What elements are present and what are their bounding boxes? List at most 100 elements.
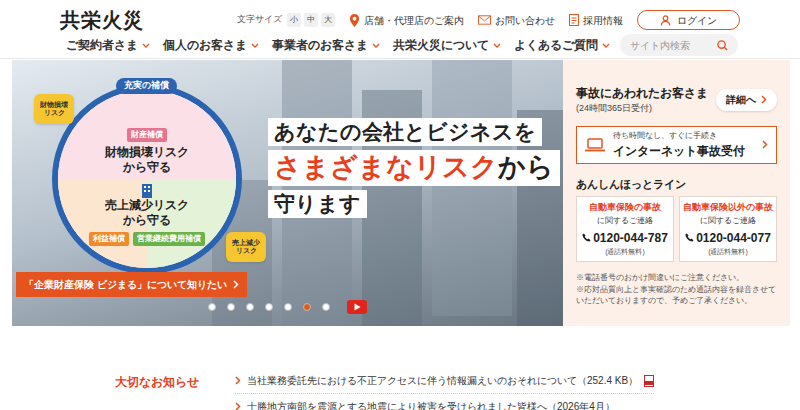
chevron-down-icon <box>142 43 150 48</box>
phone-number-row[interactable]: 0120-044-077 <box>685 229 771 247</box>
chevron-down-icon <box>493 43 501 48</box>
nav-item[interactable]: ご契約者さま <box>66 36 150 54</box>
nav-item[interactable]: よくあるご質問 <box>514 36 610 54</box>
internet-note: 待ち時間なし、すぐに手続き <box>613 130 745 142</box>
nav-label: 事業者のお客さま <box>272 36 368 54</box>
contact-icon <box>478 15 491 25</box>
hero-banner: あなたの会社とビジネスをさまざまなリスクから守ります財産補償財物損壊リスクから守… <box>12 60 563 326</box>
nav-items: ご契約者さま個人のお客さま事業者のお客さま 共栄火災について よくあるご質問 <box>66 36 610 54</box>
logo[interactable]: 共栄火災 <box>60 10 144 30</box>
headline-segment: さまざまなリスク <box>274 152 498 182</box>
chevron-right-icon <box>233 280 239 289</box>
badge-line: リスク <box>236 247 257 255</box>
nav-label: よくあるご質問 <box>514 36 598 54</box>
internet-claim-text: 待ち時間なし、すぐに手続きインターネット事故受付 <box>613 130 745 160</box>
header-link[interactable]: 店舗・代理店のご案内 <box>349 13 464 28</box>
phone-number[interactable]: 0120-044-787 <box>593 229 668 247</box>
login-button[interactable]: ログイン <box>637 10 740 30</box>
play-button[interactable] <box>347 300 367 314</box>
accident-title: 事故にあわれたお客さま <box>576 84 708 102</box>
chevron-down-icon <box>372 43 380 48</box>
headline-line: さまざまなリスクから <box>268 150 560 186</box>
carousel-dot[interactable] <box>208 303 216 311</box>
notice-item[interactable]: 十勝地方南部を震源とする地震により被害を受けられました皆様へ（2026年4月） <box>235 394 654 410</box>
carousel-dot[interactable] <box>322 303 330 311</box>
font-size-option[interactable]: 大 <box>321 13 335 27</box>
phone-number-row[interactable]: 0120-044-787 <box>582 229 668 247</box>
carousel-dot[interactable] <box>227 303 235 311</box>
login-label: ログイン <box>677 13 717 28</box>
badge-line: 売上減少 <box>232 239 260 247</box>
important-notices: 大切なお知らせ当社業務委託先における不正アクセスに伴う情報漏えいのおそれについて… <box>0 368 800 410</box>
headline-line: あなたの会社とビジネスを <box>268 118 542 146</box>
accident-header: 事故にあわれたお客さま(24時間365日受付) 詳細へ <box>576 84 777 116</box>
phone-icon <box>582 233 591 242</box>
font-size-option[interactable]: 小 <box>287 13 301 27</box>
accident-hours: (24時間365日受付) <box>576 102 708 116</box>
search-icon <box>717 40 728 51</box>
hotline-card: 自動車保険の事故に関するご連絡0120-044-787(通話料無料) <box>576 196 674 262</box>
risk-badge: 財物損壊リスク <box>34 94 74 124</box>
hotline-card-title: 自動車保険以外の事故 <box>683 201 773 215</box>
detail-button[interactable]: 詳細へ <box>716 89 777 111</box>
carousel-dot[interactable] <box>265 303 273 311</box>
play-icon <box>353 303 361 311</box>
chevron-right-icon <box>762 140 768 149</box>
cta-button[interactable]: 「企業財産保険 ビジまる」について知りたい <box>16 272 247 297</box>
nav-item[interactable]: 個人のお客さま <box>163 36 259 54</box>
carousel-controls <box>208 300 367 314</box>
risk-line: 財物損壊リスク <box>105 145 189 160</box>
risk-text: 財物損壊リスクから守る <box>105 145 189 175</box>
coverage-tag: 利益補償 <box>89 232 129 246</box>
diagram-title: 充実の補償 <box>116 78 177 94</box>
badge-line: 財物損壊 <box>40 101 68 109</box>
main-nav: ご契約者さま個人のお客さま事業者のお客さま 共栄火災について よくあるご質問 <box>0 34 800 56</box>
coverage-diagram: 財産補償財物損壊リスクから守る売上減少リスクから守る利益補償営業継続費用補償 <box>52 84 242 274</box>
internet-label: インターネット事故受付 <box>613 142 745 160</box>
phone-number[interactable]: 0120-044-077 <box>696 229 771 247</box>
nav-item[interactable]: 共栄火災について <box>393 36 501 54</box>
revenue-section: 売上減少リスクから守る利益補償営業継続費用補償 <box>58 179 236 268</box>
badge-line: リスク <box>44 109 65 117</box>
cta-label: 「企業財産保険 ビジまる」について知りたい <box>24 277 227 292</box>
header-link[interactable]: お問い合わせ <box>478 13 555 28</box>
laptop-icon <box>585 138 605 152</box>
nav-label: 共栄火災について <box>393 36 489 54</box>
phone-fee: (通話料無料) <box>708 247 748 258</box>
hotline-title: あんしんほっとライン <box>576 176 777 193</box>
note: ※応対品質向上と事実確認のため通話内容を録音させていただいておりますので、予めご… <box>576 284 777 306</box>
chevron-right-icon <box>235 376 241 385</box>
headline-segment: あなたの会社とビジネスを <box>274 120 536 143</box>
detail-label: 詳細へ <box>726 92 756 107</box>
risk-line: から守る <box>123 160 171 175</box>
phone-icon <box>685 233 694 242</box>
pdf-icon <box>644 375 654 387</box>
font-size-option[interactable]: 中 <box>304 13 318 27</box>
hotline-card-sub: に関するご連絡 <box>597 215 653 227</box>
notice-item[interactable]: 当社業務委託先における不正アクセスに伴う情報漏えいのおそれについて（252.4 … <box>235 368 654 394</box>
carousel-dot[interactable] <box>246 303 254 311</box>
internet-claim-button[interactable]: 待ち時間なし、すぐに手続きインターネット事故受付 <box>576 126 777 164</box>
header-link[interactable]: 採用情報 <box>569 13 623 28</box>
font-size-switcher: 文字サイズ小中大 <box>237 13 335 27</box>
chevron-down-icon <box>251 43 259 48</box>
property-section: 財産補償財物損壊リスクから守る <box>58 90 236 179</box>
app-root: 共栄火災 文字サイズ小中大店舗・代理店のご案内お問い合わせ採用情報 ログインご契約者… <box>0 8 800 410</box>
hero-headline: あなたの会社とビジネスをさまざまなリスクから守ります <box>268 118 560 218</box>
notices-label: 大切なお知らせ <box>115 368 235 410</box>
risk-text: 売上減少リスクから守る <box>105 198 189 228</box>
notice-text: 十勝地方南部を震源とする地震により被害を受けられました皆様へ（2026年4月） <box>247 399 615 410</box>
carousel-dot[interactable] <box>284 303 292 311</box>
search-input[interactable] <box>630 38 713 53</box>
nav-item[interactable]: 事業者のお客さま <box>272 36 380 54</box>
headline-segment: 守ります <box>274 192 361 215</box>
hotline-card-sub: に関するご連絡 <box>700 215 756 227</box>
tag-row: 財産補償 <box>127 128 167 142</box>
recruit-icon <box>569 14 579 26</box>
risk-line: から守る <box>123 213 171 228</box>
hotline-card: 自動車保険以外の事故に関するご連絡 0120-044-077(通話料無料) <box>679 196 777 262</box>
carousel-dot[interactable] <box>303 303 311 311</box>
tag-row: 利益補償営業継続費用補償 <box>89 232 205 246</box>
utility-links: 文字サイズ小中大店舗・代理店のご案内お問い合わせ採用情報 ログイン <box>237 10 740 30</box>
risk-line: 売上減少リスク <box>105 198 189 213</box>
